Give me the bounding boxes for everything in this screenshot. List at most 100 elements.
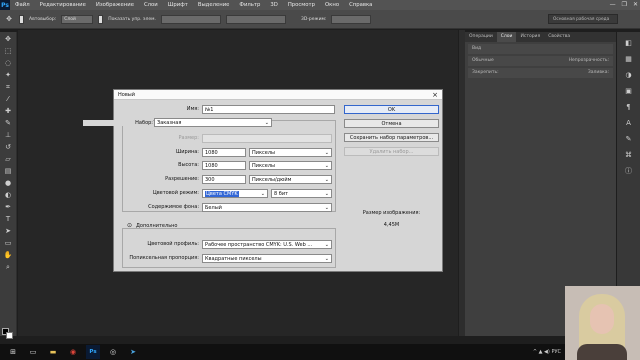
tab-properties[interactable]: Свойства	[544, 32, 574, 42]
healing-icon[interactable]: ✚	[3, 106, 14, 116]
pixel-aspect-select[interactable]: Квадратные пикселы ⌄	[202, 254, 332, 263]
webcam-face	[590, 304, 614, 334]
move-tool-icon[interactable]: ✥	[4, 14, 14, 24]
lasso-icon[interactable]: ◌	[3, 58, 14, 68]
panel-tabs: Операции Слои История Свойства	[465, 32, 616, 42]
zoom-icon[interactable]: ⌕	[3, 262, 14, 272]
menu-select[interactable]: Выделение	[193, 2, 235, 8]
color-profile-label: Цветовой профиль:	[147, 241, 199, 247]
marquee-icon[interactable]: ⬚	[3, 46, 14, 56]
lock-label: Закрепить:	[472, 70, 499, 75]
color-mode-select[interactable]: Цвета CMYK ⌄	[202, 189, 268, 198]
pixel-aspect-label: Попиксельная пропорция:	[129, 255, 199, 261]
bit-depth-select[interactable]: 8 бит ⌄	[271, 189, 332, 198]
crop-icon[interactable]: ⌗	[3, 82, 14, 92]
menu-edit[interactable]: Редактирование	[35, 2, 91, 8]
preset-label: Набор:	[83, 120, 153, 126]
photoshop-window: Ps Файл Редактирование Изображение Слои …	[0, 0, 640, 360]
type-icon[interactable]: T	[3, 214, 14, 224]
menu-image[interactable]: Изображение	[91, 2, 139, 8]
show-controls-checkbox[interactable]	[98, 14, 104, 24]
hand-icon[interactable]: ✋	[3, 250, 14, 260]
image-size-value: 4,45M	[383, 222, 400, 228]
tab-history[interactable]: История	[516, 32, 544, 42]
folder-icon[interactable]: ▬	[46, 345, 60, 359]
color-profile-select[interactable]: Рабочее пространство CMYK: U.S. Web ... ⌄	[202, 240, 332, 249]
layer-select[interactable]: Слой	[61, 14, 94, 24]
start-icon[interactable]: ⊞	[6, 345, 20, 359]
blend-mode-select[interactable]: Обычные	[472, 56, 494, 66]
options-bar: ✥ Автовыбор: Слой Показать упр. элем. 3D…	[0, 10, 640, 29]
menu-help[interactable]: Справка	[344, 2, 377, 8]
autoselect-label: Автовыбор:	[29, 16, 57, 22]
brush-icon[interactable]: ✎	[3, 118, 14, 128]
adjustments-panel-icon[interactable]: ◑	[623, 70, 635, 80]
color-panel-icon[interactable]: ◧	[623, 38, 635, 48]
background-color-swatch[interactable]	[6, 332, 13, 339]
tab-layers[interactable]: Слои	[496, 32, 517, 42]
preset-select[interactable]: Заказная ⌄	[154, 118, 272, 127]
workspace-select[interactable]: Основная рабочая среда	[548, 14, 618, 24]
eyedropper-icon[interactable]: ⁄	[3, 94, 14, 104]
ok-button[interactable]: OK	[344, 105, 439, 114]
menu-window[interactable]: Окно	[320, 2, 344, 8]
width-input[interactable]: 1080	[202, 148, 246, 157]
name-input[interactable]: №1	[202, 105, 335, 114]
paragraph-panel-icon[interactable]: ¶	[623, 102, 635, 112]
minimize-button[interactable]: —	[610, 0, 616, 10]
height-input[interactable]: 1080	[202, 161, 246, 170]
pen-icon[interactable]: ✒	[3, 202, 14, 212]
dialog-close-icon[interactable]: ×	[432, 90, 438, 100]
webcam-overlay	[565, 286, 640, 360]
styles-panel-icon[interactable]: ▣	[623, 86, 635, 96]
background-select[interactable]: Белый ⌄	[202, 203, 332, 212]
eraser-icon[interactable]: ▱	[3, 154, 14, 164]
chrome-icon[interactable]: ◉	[66, 345, 80, 359]
align-buttons[interactable]	[160, 14, 221, 24]
media-icon[interactable]: ◎	[106, 345, 120, 359]
chevron-down-icon: ⌄	[260, 191, 265, 197]
close-window-button[interactable]: ✕	[633, 0, 638, 10]
menu-3d[interactable]: 3D	[265, 2, 282, 8]
autoselect-checkbox[interactable]	[19, 14, 24, 24]
menu-filter[interactable]: Фильтр	[234, 2, 265, 8]
shape-icon[interactable]: ▭	[3, 238, 14, 248]
3d-mode-buttons[interactable]	[331, 14, 372, 24]
resolution-input[interactable]: 300	[202, 175, 246, 184]
layer-kind-filter[interactable]: Вид	[468, 44, 613, 54]
task-view-icon[interactable]: ▭	[26, 345, 40, 359]
gradient-icon[interactable]: ▤	[3, 166, 14, 176]
height-unit-select[interactable]: Пикселы ⌄	[249, 161, 332, 170]
stamp-icon[interactable]: ⊥	[3, 130, 14, 140]
info-panel-icon[interactable]: ⓘ	[623, 166, 635, 176]
menu-view[interactable]: Просмотр	[283, 2, 320, 8]
telegram-icon[interactable]: ➤	[126, 345, 140, 359]
menu-layers[interactable]: Слои	[139, 2, 163, 8]
chevron-down-icon: ⌄	[324, 191, 329, 197]
cancel-button[interactable]: Отмена	[344, 119, 439, 128]
character-panel-icon[interactable]: A	[623, 118, 635, 128]
path-select-icon[interactable]: ➤	[3, 226, 14, 236]
paths-panel-icon[interactable]: ⌘	[623, 150, 635, 160]
save-preset-button[interactable]: Сохранить набор параметров...	[344, 133, 439, 142]
menu-type[interactable]: Шрифт	[163, 2, 193, 8]
image-size-label: Размер изображения:	[362, 210, 421, 216]
photoshop-taskbar-icon[interactable]: Ps	[86, 345, 100, 359]
magic-wand-icon[interactable]: ✦	[3, 70, 14, 80]
webcam-body	[577, 344, 627, 360]
distribute-buttons[interactable]	[225, 14, 286, 24]
preset-value: Заказная	[157, 120, 182, 126]
color-mode-label: Цветовой режим:	[152, 190, 199, 196]
tab-actions[interactable]: Операции	[465, 32, 497, 42]
move-icon[interactable]: ✥	[3, 34, 14, 44]
history-brush-icon[interactable]: ↺	[3, 142, 14, 152]
dodge-icon[interactable]: ◐	[3, 190, 14, 200]
blur-icon[interactable]: ●	[3, 178, 14, 188]
maximize-button[interactable]: ❐	[622, 0, 627, 10]
menu-file[interactable]: Файл	[10, 2, 35, 8]
swatches-panel-icon[interactable]: ▦	[623, 54, 635, 64]
chevron-down-icon: ⌄	[324, 150, 329, 156]
brush-panel-icon[interactable]: ✎	[623, 134, 635, 144]
width-unit-select[interactable]: Пикселы ⌄	[249, 148, 332, 157]
resolution-unit-select[interactable]: Пикселы/дюйм ⌄	[249, 175, 332, 184]
